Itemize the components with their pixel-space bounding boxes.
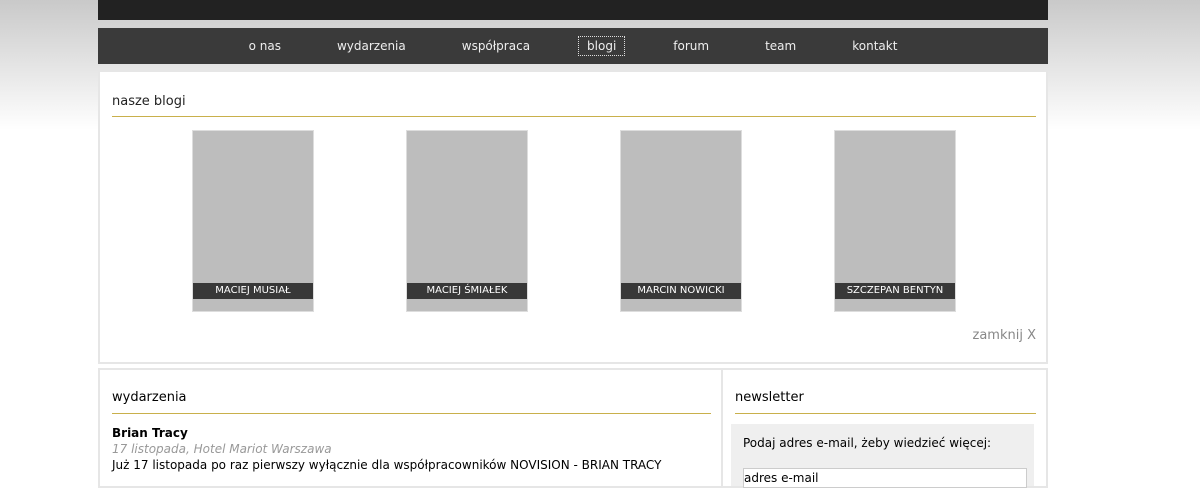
author-name-1: MACIEJ MUSIAŁ xyxy=(193,283,313,299)
nav-team[interactable]: team xyxy=(757,37,804,55)
header-bar xyxy=(98,0,1048,20)
nav-forum[interactable]: forum xyxy=(665,37,717,55)
main-nav: o nas wydarzenia współpraca blogi forum … xyxy=(98,28,1048,64)
author-card-3[interactable]: MARCIN NOWICKI xyxy=(620,130,742,312)
blogs-panel: nasze blogi MACIEJ MUSIAŁ MACIEJ ŚMIAŁEK… xyxy=(98,70,1048,364)
events-title: wydarzenia xyxy=(112,390,187,405)
nav-wydarzenia[interactable]: wydarzenia xyxy=(329,37,414,55)
author-name-4: SZCZEPAN BENTYN xyxy=(835,283,955,299)
nav-wspolpraca[interactable]: współpraca xyxy=(454,37,538,55)
newsletter-prompt: Podaj adres e-mail, żeby wiedzieć więcej… xyxy=(743,436,992,450)
newsletter-title: newsletter xyxy=(735,390,804,405)
event-meta: 17 listopada, Hotel Mariot Warszawa xyxy=(112,442,332,456)
nav-o-nas[interactable]: o nas xyxy=(241,37,289,55)
events-rule xyxy=(112,413,711,414)
newsletter-panel: newsletter Podaj adres e-mail, żeby wied… xyxy=(721,368,1048,488)
blogs-rule xyxy=(112,116,1036,117)
nav-blogi[interactable]: blogi xyxy=(578,36,626,56)
close-blogs-link[interactable]: zamknij X xyxy=(973,328,1036,343)
author-card-4[interactable]: SZCZEPAN BENTYN xyxy=(834,130,956,312)
author-name-2: MACIEJ ŚMIAŁEK xyxy=(407,283,527,299)
nav-kontakt[interactable]: kontakt xyxy=(844,37,905,55)
events-panel: wydarzenia Brian Tracy 17 listopada, Hot… xyxy=(98,368,723,488)
author-card-2[interactable]: MACIEJ ŚMIAŁEK xyxy=(406,130,528,312)
event-text: Już 17 listopada po raz pierwszy wyłączn… xyxy=(112,458,662,472)
blogs-title: nasze blogi xyxy=(112,94,186,109)
email-input[interactable]: adres e-mail xyxy=(743,468,1027,488)
newsletter-rule xyxy=(735,413,1036,414)
author-card-1[interactable]: MACIEJ MUSIAŁ xyxy=(192,130,314,312)
event-headline[interactable]: Brian Tracy xyxy=(112,426,188,440)
newsletter-box: Podaj adres e-mail, żeby wiedzieć więcej… xyxy=(731,424,1034,488)
author-name-3: MARCIN NOWICKI xyxy=(621,283,741,299)
